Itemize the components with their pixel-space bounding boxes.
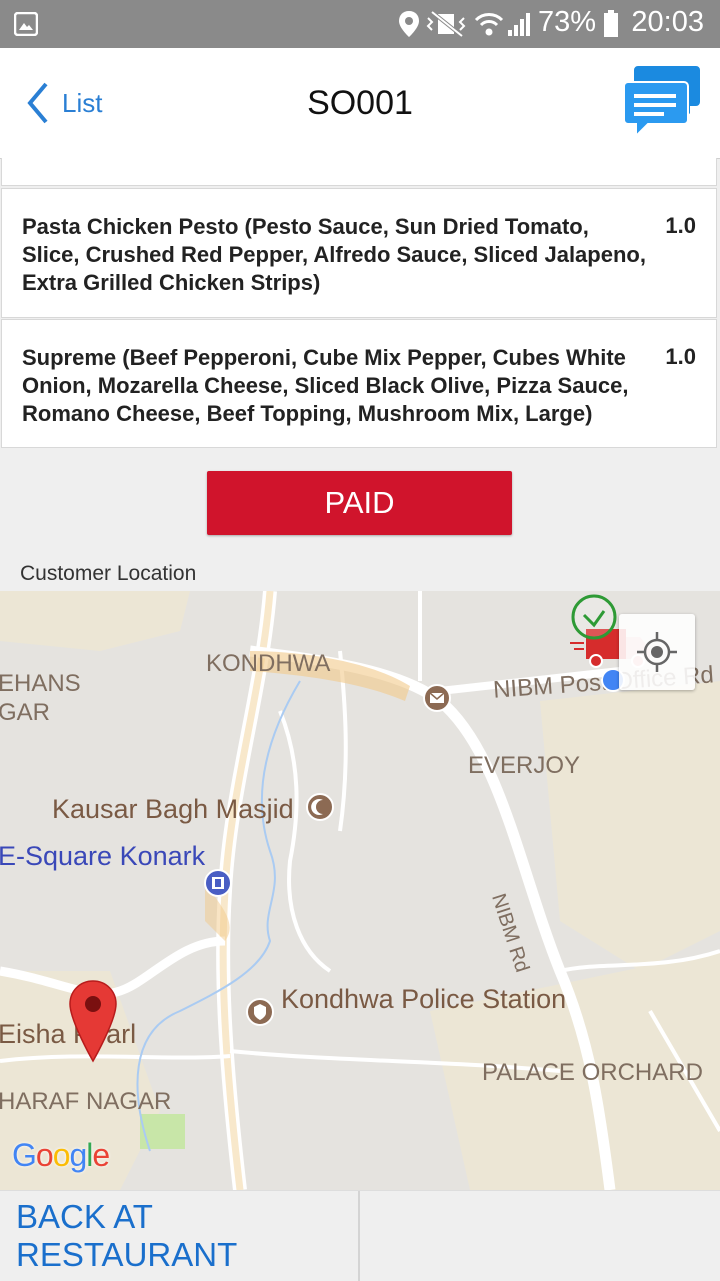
map-view[interactable]: KONDHWA NIBM Post Office Rd EVERJOY Kaus… <box>0 591 720 1190</box>
signal-icon <box>508 13 530 36</box>
customer-location-pin-icon[interactable] <box>68 979 118 1063</box>
nav-bar: List SO001 <box>0 48 720 159</box>
battery-percent: 73% <box>537 6 596 38</box>
item-qty: 1.0 <box>665 213 696 238</box>
page-title: SO001 <box>307 84 413 122</box>
bottom-bar: BACK AT RESTAURANT <box>0 1190 720 1281</box>
gallery-icon <box>14 12 38 36</box>
map-label-esquare: E-Square Konark <box>0 841 206 871</box>
map-label-haraf: HARAF NAGAR <box>0 1088 172 1115</box>
back-at-restaurant-button[interactable]: BACK AT RESTAURANT <box>0 1191 360 1281</box>
location-icon <box>399 11 419 37</box>
map-label-police: Kondhwa Police Station <box>281 984 567 1014</box>
post-office-icon <box>423 684 451 712</box>
cinema-icon <box>204 869 232 897</box>
item-name: Pasta Chicken Pesto (Pesto Sauce, Sun Dr… <box>22 214 646 295</box>
map-label-nagar: GAR <box>0 699 51 726</box>
clock: 20:03 <box>631 6 704 38</box>
vibrate-mute-icon <box>426 10 466 38</box>
list-item-partial <box>1 158 717 186</box>
order-items-list[interactable]: Pasta Chicken Pesto (Pesto Sauce, Sun Dr… <box>0 158 720 450</box>
map-label-everjoy: EVERJOY <box>468 752 581 779</box>
chat-icon[interactable] <box>622 64 702 140</box>
map-label-palace: PALACE ORCHARD <box>482 1059 703 1086</box>
list-item: Pasta Chicken Pesto (Pesto Sauce, Sun Dr… <box>1 188 717 318</box>
paid-button[interactable]: PAID <box>207 471 512 535</box>
my-location-button[interactable] <box>619 614 695 690</box>
status-bar: 73% 20:03 <box>0 0 720 48</box>
police-icon <box>246 998 274 1026</box>
wifi-icon <box>474 13 504 36</box>
map-label-kausar: Kausar Bagh Masjid <box>52 794 294 824</box>
crosshair-icon <box>637 632 677 672</box>
map-label-kondhwa: KONDHWA <box>206 650 331 677</box>
customer-location-label: Customer Location <box>20 562 197 585</box>
map-label-rehans: EHANS <box>0 670 81 697</box>
list-item: Supreme (Beef Pepperoni, Cube Mix Pepper… <box>1 319 717 448</box>
google-logo: Google <box>12 1137 110 1173</box>
item-qty: 1.0 <box>665 344 696 369</box>
mosque-icon <box>306 793 334 821</box>
battery-icon <box>604 10 618 37</box>
item-name: Supreme (Beef Pepperoni, Cube Mix Pepper… <box>22 345 629 426</box>
